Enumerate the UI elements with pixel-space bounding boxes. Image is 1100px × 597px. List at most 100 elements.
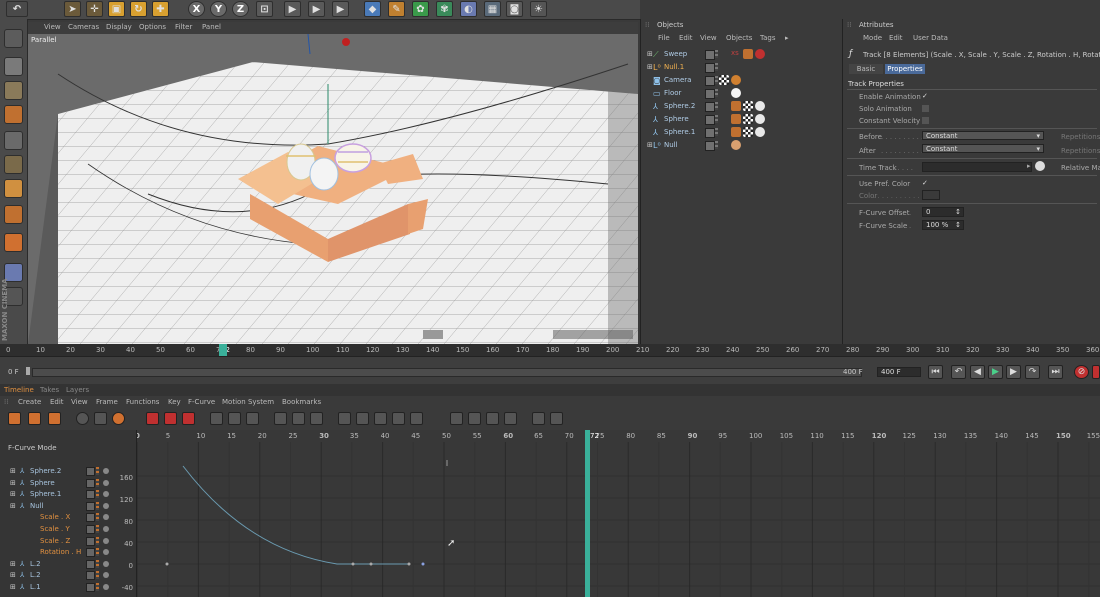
track-record-dot[interactable] [103,572,109,579]
deformer-icon[interactable]: ◐ [460,1,477,17]
time-track-menu-icon[interactable]: ▸ [1027,163,1034,170]
material-tag-icon[interactable] [755,101,765,111]
fcurve-playhead[interactable] [585,430,590,597]
objects-menu-view[interactable]: View [700,34,717,42]
frame-all-icon[interactable] [94,412,107,425]
add-key-all-icon[interactable] [164,412,177,425]
visibility-dots[interactable] [715,115,718,123]
make-editable-icon[interactable] [4,29,23,48]
viewport-menu-view[interactable]: View [44,23,61,31]
viewport-menu-filter[interactable]: Filter [175,23,192,31]
ease-icon[interactable] [246,412,259,425]
visibility-dots[interactable] [715,102,718,110]
track-record-dot[interactable] [103,491,109,498]
timeline-track-row[interactable]: Rotation . H [8,547,136,558]
stepper-icon[interactable]: ↕ [955,221,961,230]
tab-takes[interactable]: Takes [40,386,59,394]
constant-velocity-checkbox[interactable] [922,117,929,124]
expand-icon[interactable]: ⊞ [647,50,653,58]
range-left-handle[interactable] [26,367,30,375]
lock-tangent-icon[interactable] [356,412,369,425]
auto-tangent-icon[interactable] [410,412,423,425]
pen-icon[interactable]: ✎ [388,1,405,17]
track-visibility-toggle[interactable] [86,583,95,592]
light-icon[interactable]: ☀ [530,1,547,17]
checker-tag-icon[interactable] [743,101,753,111]
timeline-track-row[interactable]: Scale . Z [8,536,136,547]
fcurve-mode-icon[interactable] [28,412,41,425]
timeline-track-row[interactable]: Scale . X [8,512,136,523]
key-mode-icon[interactable] [8,412,21,425]
timeline-menu-motion-system[interactable]: Motion System [222,398,274,406]
expand-icon[interactable]: ⊞ [10,467,16,475]
objects-menu-file[interactable]: File [658,34,670,42]
rotate-icon[interactable]: ↻ [130,1,147,17]
zoom-in-icon[interactable] [468,412,481,425]
zero-angle-icon[interactable] [374,412,387,425]
track-visibility-toggle[interactable] [86,478,95,488]
tab-timeline[interactable]: Timeline [4,386,34,394]
snap-icon[interactable] [76,412,89,425]
track-record-dot[interactable] [103,526,109,532]
visibility-dots[interactable] [715,76,718,84]
attributes-grip-icon[interactable]: ⁞⁞ [847,21,851,29]
enable-animation-checkbox[interactable]: ✓ [922,93,929,100]
visibility-toggle[interactable] [705,89,715,99]
render-settings-icon[interactable]: ▶ [332,1,349,17]
track-visibility-toggle[interactable] [86,559,95,569]
tag-icon[interactable] [731,114,741,124]
expand-icon[interactable]: ⊞ [10,490,16,498]
fcurve-graph[interactable]: ➚ 0 5 10 15 20 25 30 35 40 45 50 55 60 65 70 75 80 85 90 95… [137,430,1100,597]
visibility-toggle[interactable] [705,50,715,60]
timeline-ruler[interactable]: 0102030405060708090100110120130140150160… [0,344,1100,356]
track-visibility-toggle[interactable] [86,513,95,523]
expand-icon[interactable]: ⊞ [647,63,653,71]
track-visibility-toggle[interactable] [86,536,95,546]
timeline-track-row[interactable]: ⊞ ⅄ L.1 [8,582,136,593]
timeline-menu-create[interactable]: Create [18,398,41,406]
live-select-icon[interactable]: ➤ [64,1,81,17]
checker-tag-icon[interactable] [743,127,753,137]
render-view-icon[interactable]: ▶ [284,1,301,17]
timeline-track-row[interactable]: ⊞ ⅄ L.2 [8,570,136,581]
y-axis-button[interactable]: Y [210,1,227,17]
protection-tag-icon[interactable] [731,75,741,85]
attributes-menu-user-data[interactable]: User Data [913,34,948,42]
next-key-icon[interactable]: ↷ [1025,365,1040,379]
object-row[interactable]: ⊞ ⟋ Sweep xs [647,49,837,61]
visibility-toggle[interactable] [705,128,715,138]
polygons-mode-icon[interactable] [4,179,23,198]
stepper-icon[interactable]: ↕ [955,208,961,217]
timeline-track-row[interactable]: ⊞ ⅄ Sphere.2 [8,466,136,477]
go-to-start-icon[interactable]: ⏮ [928,365,943,379]
fcurve-offset-field[interactable]: 0 ↕ [922,207,964,217]
object-row[interactable]: ⊞ L⁰ Null.1 [647,62,837,74]
step-icon[interactable] [228,412,241,425]
objects-menu-edit[interactable]: Edit [679,34,693,42]
start-frame-field[interactable]: 0 F [8,368,19,376]
render-picture-icon[interactable]: ▶ [308,1,325,17]
3d-viewport[interactable]: Parallel [28,34,638,344]
auto-key-icon[interactable] [1092,365,1100,379]
target-icon[interactable] [1035,161,1045,171]
object-row[interactable]: ⊞ L⁰ Null [647,140,837,152]
visibility-dots[interactable] [715,89,718,97]
material-tag-icon[interactable] [755,49,765,59]
track-visibility-toggle[interactable] [86,525,95,534]
axis-mode-icon[interactable] [4,205,23,224]
visibility-toggle[interactable] [705,141,715,151]
object-row[interactable]: ▭ Floor [647,88,837,100]
visibility-dots[interactable] [715,128,718,136]
object-row[interactable]: ⅄ Sphere.2 [647,101,837,113]
color-swatch[interactable] [922,190,940,200]
attributes-menu-edit[interactable]: Edit [889,34,903,42]
visibility-dots[interactable] [715,50,718,58]
transform-icon[interactable]: ✚ [152,1,169,17]
use-pref-color-checkbox[interactable]: ✓ [922,180,929,187]
visibility-toggle[interactable] [705,102,715,112]
tag-icon[interactable] [731,127,741,137]
snap-icon[interactable] [4,233,23,252]
camera-icon[interactable]: ◙ [506,1,523,17]
expand-icon[interactable]: ⊞ [10,479,16,487]
track-visibility-toggle[interactable] [86,501,95,511]
